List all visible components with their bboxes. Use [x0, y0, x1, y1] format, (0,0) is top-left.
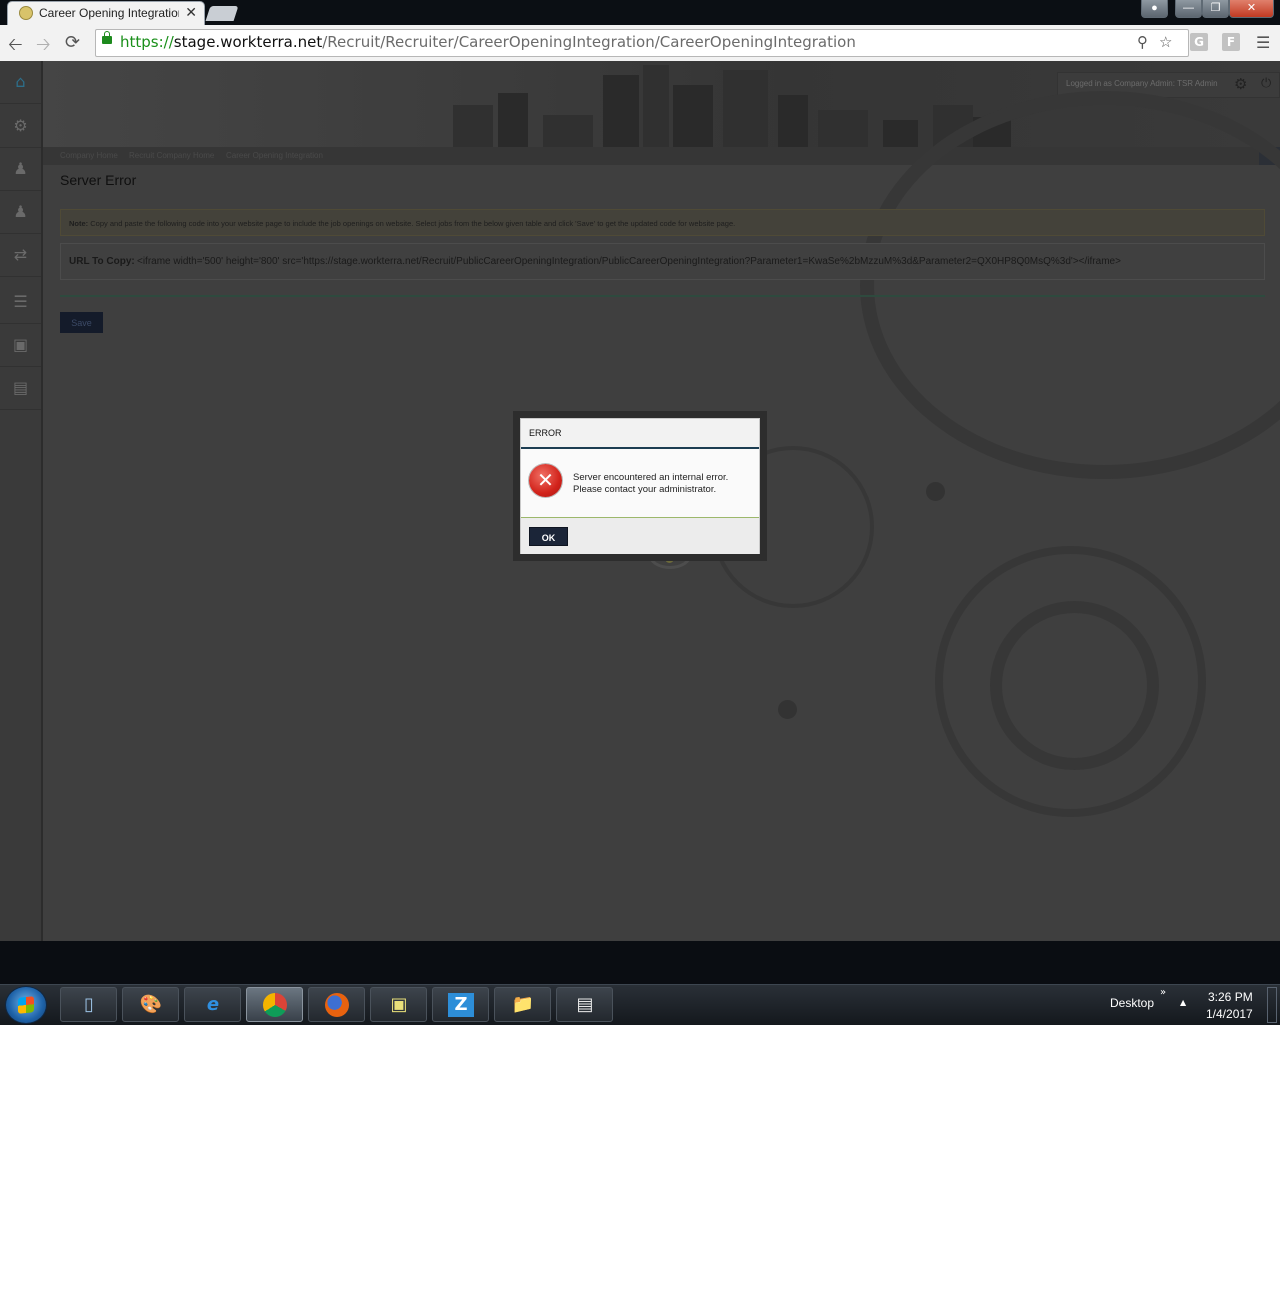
- browser-menu-icon[interactable]: ☰: [1256, 33, 1270, 52]
- firefox-icon: [325, 993, 349, 1017]
- sidebar-report-icon[interactable]: ▤: [0, 367, 41, 410]
- sidebar-transfer-icon[interactable]: ⇄: [0, 234, 41, 277]
- zoom-icon[interactable]: ⚲: [1137, 33, 1148, 51]
- extension-g-icon[interactable]: G: [1190, 33, 1208, 51]
- chrome-icon: [263, 993, 287, 1017]
- note-body: Copy and paste the following code into y…: [90, 219, 736, 228]
- browser-tab[interactable]: Career Opening Integration ✕: [7, 1, 205, 26]
- sidebar-tools-icon[interactable]: ⚙: [0, 105, 41, 148]
- login-user: TSR Admin: [1177, 79, 1218, 88]
- taskbar-file-explorer[interactable]: 📁: [494, 987, 551, 1022]
- forward-arrow-icon[interactable]: 🡢: [36, 32, 51, 62]
- taskbar: ▯ 🎨 e ▣ Z 📁 ▤ Desktop » ▲ 3:26 PM 1/4/20…: [0, 984, 1280, 1025]
- breadcrumb-item: Career Opening Integration: [226, 151, 323, 160]
- show-hidden-icons-icon[interactable]: ▲: [1180, 998, 1186, 1007]
- desktop-background: [0, 941, 1280, 984]
- maximize-button[interactable]: ❐: [1202, 0, 1229, 18]
- close-window-button[interactable]: ✕: [1229, 0, 1274, 18]
- reload-icon[interactable]: ⟳: [65, 32, 80, 53]
- decor-ring: [990, 601, 1159, 770]
- taskbar-internet-explorer[interactable]: e: [184, 987, 241, 1022]
- internet-explorer-icon: e: [206, 994, 220, 1015]
- url-scheme: https://: [120, 33, 174, 51]
- minimize-button[interactable]: —: [1175, 0, 1202, 18]
- new-tab-button[interactable]: [205, 6, 239, 21]
- sidebar-person-icon[interactable]: ♟: [0, 191, 41, 234]
- window-titlebar: Career Opening Integration ✕ ● — ❐ ✕: [0, 0, 1280, 26]
- power-icon[interactable]: ⏻: [1261, 76, 1271, 91]
- gear-icon[interactable]: ⚙: [1234, 75, 1247, 93]
- back-arrow-icon[interactable]: 🡠: [8, 32, 23, 62]
- breadcrumb-item[interactable]: Company Home: [60, 151, 118, 160]
- taskbar-z-app[interactable]: Z: [432, 987, 489, 1022]
- folder-icon: 📁: [511, 994, 535, 1015]
- clock-time[interactable]: 3:26 PM: [1208, 990, 1253, 1004]
- dialog-footer: OK: [521, 517, 759, 554]
- login-text: Logged in as Company Admin: TSR Admin: [1066, 79, 1218, 88]
- url-host: stage.workterra.net: [173, 33, 323, 51]
- save-button[interactable]: Save: [60, 312, 103, 333]
- taskbar-chrome[interactable]: [246, 987, 303, 1022]
- url-text[interactable]: https://stage.workterra.net/Recruit/Recr…: [120, 33, 856, 51]
- url-copy-label: URL To Copy:: [69, 256, 135, 267]
- sidebar-briefcase-icon[interactable]: ▣: [0, 324, 41, 367]
- sticky-notes-icon: ▣: [390, 994, 408, 1015]
- sidebar-users-icon[interactable]: ♟: [0, 148, 41, 191]
- taskbar-paint[interactable]: 🎨: [122, 987, 179, 1022]
- note-text: Note: Copy and paste the following code …: [69, 219, 735, 228]
- page-title: Server Error: [60, 172, 137, 188]
- favicon-icon: [19, 6, 33, 20]
- chevron-right-icon[interactable]: »: [1160, 987, 1166, 998]
- error-dialog: ERROR ✕ Server encountered an internal e…: [520, 418, 760, 554]
- login-role: Company Admin:: [1114, 79, 1175, 88]
- dialog-message: Server encountered an internal error. Pl…: [573, 472, 729, 495]
- clock-date[interactable]: 1/4/2017: [1206, 1007, 1253, 1021]
- login-prefix: Logged in as: [1066, 79, 1112, 88]
- extension-f-icon[interactable]: F: [1222, 33, 1240, 51]
- url-copy-panel: URL To Copy: <iframe width='500' height=…: [60, 243, 1265, 280]
- lock-icon: [102, 31, 112, 44]
- note-banner: Note: Copy and paste the following code …: [60, 209, 1265, 236]
- sidebar-home-icon[interactable]: ⌂: [0, 61, 41, 104]
- taskbar-explorer[interactable]: ▯: [60, 987, 117, 1022]
- decor-dot: [926, 482, 945, 501]
- taskbar-sticky-notes[interactable]: ▣: [370, 987, 427, 1022]
- paint-icon: 🎨: [139, 994, 163, 1015]
- explorer-icon: ▯: [84, 994, 94, 1015]
- ok-button[interactable]: OK: [529, 527, 568, 546]
- url-path: /Recruit/Recruiter/CareerOpeningIntegrat…: [322, 33, 856, 51]
- close-tab-icon[interactable]: ✕: [185, 4, 197, 21]
- taskbar-notepad[interactable]: ▤: [556, 987, 613, 1022]
- desktop-toolbar-label[interactable]: Desktop: [1110, 996, 1154, 1010]
- divider: [60, 295, 1265, 297]
- browser-toolbar: 🡠 🡢 ⟳ https://stage.workterra.net/Recrui…: [0, 25, 1280, 62]
- url-copy-code[interactable]: <iframe width='500' height='800' src='ht…: [137, 256, 1121, 267]
- start-button[interactable]: [6, 987, 46, 1023]
- user-profile-icon[interactable]: ●: [1141, 0, 1168, 18]
- left-sidebar: ⌂ ⚙ ♟ ♟ ⇄ ☰ ▣ ▤: [0, 61, 43, 941]
- dialog-title: ERROR: [529, 428, 562, 438]
- decor-dot: [778, 700, 797, 719]
- note-label: Note:: [69, 219, 89, 228]
- dialog-header: ERROR: [521, 419, 759, 449]
- show-desktop-button[interactable]: [1267, 987, 1277, 1023]
- taskbar-firefox[interactable]: [308, 987, 365, 1022]
- breadcrumb-item[interactable]: Recruit Company Home: [129, 151, 214, 160]
- z-app-icon: Z: [448, 993, 474, 1017]
- sidebar-handshake-icon[interactable]: ☰: [0, 281, 41, 324]
- notepad-icon: ▤: [576, 994, 594, 1015]
- bookmark-star-icon[interactable]: ☆: [1159, 33, 1172, 51]
- tab-title: Career Opening Integration: [39, 6, 179, 20]
- error-icon: ✕: [529, 464, 562, 497]
- address-bar[interactable]: https://stage.workterra.net/Recruit/Recr…: [95, 29, 1189, 57]
